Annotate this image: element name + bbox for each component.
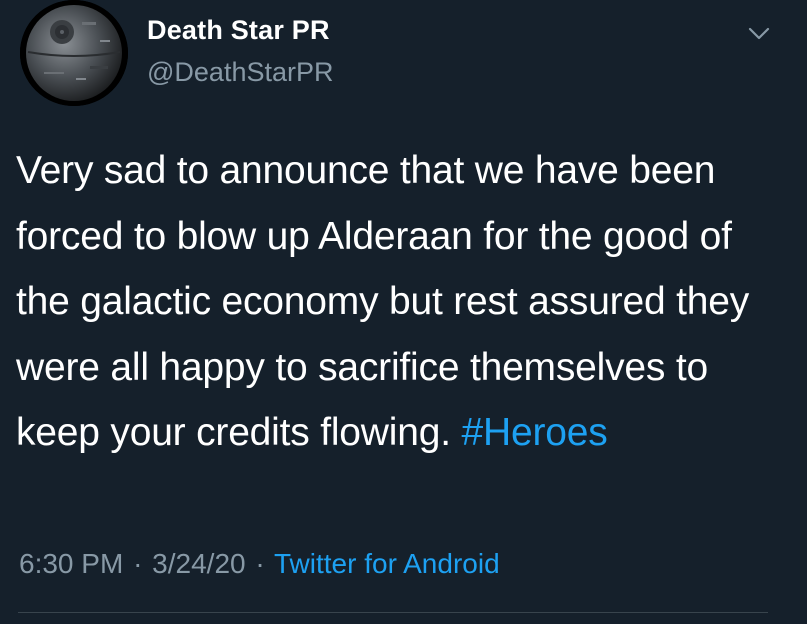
- avatar[interactable]: [20, 0, 128, 106]
- author-handle[interactable]: @DeathStarPR: [147, 57, 333, 88]
- tweet-date: 3/24/20: [152, 548, 246, 579]
- tweet-detail: Death Star PR @DeathStarPR Very sad to a…: [0, 0, 807, 624]
- divider: [18, 612, 768, 613]
- meta-separator: ·: [255, 548, 265, 579]
- meta-separator: ·: [133, 548, 143, 579]
- tweet-source-link[interactable]: Twitter for Android: [274, 548, 500, 579]
- chevron-down-icon[interactable]: [744, 18, 774, 48]
- tweet-body: Very sad to announce that we have been f…: [16, 149, 749, 454]
- author-display-name[interactable]: Death Star PR: [147, 15, 330, 46]
- death-star-icon: [20, 0, 128, 106]
- tweet-meta: 6:30 PM · 3/24/20 · Twitter for Android: [19, 548, 500, 580]
- hashtag-link[interactable]: #Heroes: [462, 411, 608, 454]
- tweet-text: Very sad to announce that we have been f…: [16, 138, 776, 466]
- tweet-time: 6:30 PM: [19, 548, 124, 579]
